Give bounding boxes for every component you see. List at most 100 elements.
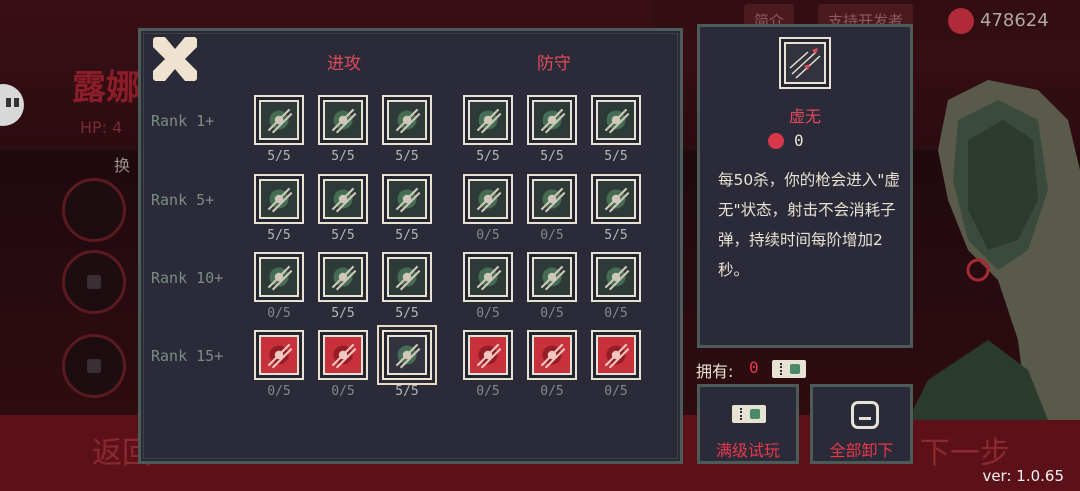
leaf-shield-icon	[604, 187, 630, 213]
character-name: 露娜	[72, 68, 140, 108]
skill-panel: 进攻 防守 Rank 1+ 5/5 5/5 5/5 5/5 5/5 5/5 Rank 5+ 5/…	[138, 28, 683, 464]
skill-slot-defense[interactable]	[591, 95, 641, 145]
flex-arm-icon	[540, 108, 566, 134]
skill-slot-offense[interactable]	[318, 330, 368, 380]
red-beast-icon	[331, 343, 357, 369]
unequip-icon	[851, 401, 879, 429]
skill-level-count: 0/5	[604, 306, 628, 321]
skill-cost: 0	[794, 131, 804, 150]
rank-label: Rank 5+	[151, 191, 215, 209]
skill-slot-defense[interactable]	[527, 330, 577, 380]
skill-level-count: 5/5	[331, 228, 355, 243]
skill-slot-defense[interactable]	[591, 330, 641, 380]
skill-slot-offense[interactable]	[254, 174, 304, 224]
ticket-icon	[732, 405, 766, 423]
owned-count: 0	[749, 358, 759, 377]
skill-slot-offense[interactable]	[318, 95, 368, 145]
owned-label: 拥有:	[696, 362, 734, 381]
leg-kick-icon	[540, 187, 566, 213]
void-bullets-icon	[779, 37, 831, 89]
red-swirl-icon	[604, 343, 630, 369]
fireball-icon	[267, 343, 293, 369]
curved-blades-icon	[395, 187, 421, 213]
skill-level-count: 0/5	[476, 306, 500, 321]
close-icon[interactable]	[151, 35, 199, 83]
defense-header: 防守	[537, 54, 571, 74]
void-bullets-icon	[395, 343, 421, 369]
winged-angel-icon	[540, 343, 566, 369]
skill-slot-defense[interactable]	[591, 252, 641, 302]
skill-slot-offense[interactable]	[382, 252, 432, 302]
character-portrait	[908, 80, 1080, 420]
skill-level-count: 5/5	[331, 306, 355, 321]
skill-slot-defense[interactable]	[463, 174, 513, 224]
skill-level-count: 5/5	[395, 149, 419, 164]
skill-title: 虚无	[788, 107, 821, 126]
medallion-icon	[476, 265, 502, 291]
diagonal-slashes-icon	[267, 108, 293, 134]
triangle-shield-icon	[476, 108, 502, 134]
character-hp: HP: 4	[80, 118, 123, 137]
skill-slot-offense[interactable]	[254, 95, 304, 145]
soul-currency-icon	[768, 133, 784, 149]
skill-level-count: 5/5	[604, 228, 628, 243]
version-label: ver: 1.0.65	[982, 467, 1064, 485]
skill-slot-defense[interactable]	[463, 330, 513, 380]
next-step-button[interactable]: 下一步	[920, 428, 1010, 472]
dash-runner-icon	[476, 187, 502, 213]
swap-label: 换	[114, 156, 131, 175]
skill-level-count: 5/5	[395, 306, 419, 321]
skill-level-count: 0/5	[267, 306, 291, 321]
rank-label: Rank 10+	[151, 269, 224, 287]
skill-level-count: 0/5	[331, 384, 355, 399]
skill-level-count: 5/5	[395, 384, 419, 399]
skill-slot-defense[interactable]	[527, 95, 577, 145]
rank-label: Rank 15+	[151, 347, 224, 365]
skill-info-panel: 虚无 0 每50杀，你的枪会进入"虚无"状态，射击不会消耗子弹，持续时间每阶增加…	[697, 24, 913, 348]
skill-level-count: 5/5	[267, 149, 291, 164]
skill-slot-offense[interactable]	[318, 174, 368, 224]
skill-level-count: 5/5	[395, 228, 419, 243]
slot-circle-1	[62, 178, 126, 242]
skill-level-count: 0/5	[476, 228, 500, 243]
skill-slot-offense[interactable]	[318, 252, 368, 302]
skill-slot-defense[interactable]	[463, 252, 513, 302]
skill-level-count: 0/5	[540, 228, 564, 243]
unequip-all-button[interactable]: 全部卸下	[810, 384, 913, 464]
skill-slot-offense[interactable]	[382, 174, 432, 224]
offense-header: 进攻	[327, 54, 361, 74]
skill-slot-offense[interactable]	[382, 95, 432, 145]
claw-marks-icon	[331, 187, 357, 213]
skill-description: 每50杀，你的枪会进入"虚无"状态，射击不会消耗子弹，持续时间每阶增加2秒。	[718, 171, 900, 279]
starburst-icon	[395, 265, 421, 291]
rank-label: Rank 1+	[151, 112, 215, 130]
coin-count: 478624	[980, 10, 1049, 31]
vortex-icon	[331, 108, 357, 134]
muscle-figure-icon	[331, 265, 357, 291]
skill-slot-offense[interactable]	[382, 330, 432, 380]
spread-shot-icon	[267, 187, 293, 213]
coin-icon	[948, 8, 974, 34]
skill-slot-defense[interactable]	[591, 174, 641, 224]
lock-icon	[87, 359, 101, 373]
skill-level-count: 0/5	[540, 306, 564, 321]
holy-heart-icon	[476, 343, 502, 369]
skill-slot-defense[interactable]	[527, 252, 577, 302]
skill-level-count: 5/5	[267, 228, 291, 243]
max-level-trial-button[interactable]: 满级试玩	[697, 384, 799, 464]
skill-level-count: 0/5	[476, 384, 500, 399]
fist-icon	[395, 108, 421, 134]
statue-figure-icon	[604, 265, 630, 291]
skill-level-count: 0/5	[540, 384, 564, 399]
skill-slot-offense[interactable]	[254, 252, 304, 302]
skill-slot-defense[interactable]	[463, 95, 513, 145]
skill-level-count: 0/5	[267, 384, 291, 399]
skill-level-count: 5/5	[331, 149, 355, 164]
clock-shield-icon	[604, 108, 630, 134]
ticket-icon	[772, 360, 806, 378]
skill-level-count: 5/5	[540, 149, 564, 164]
skill-slot-offense[interactable]	[254, 330, 304, 380]
skill-level-count: 5/5	[604, 149, 628, 164]
skill-level-count: 5/5	[476, 149, 500, 164]
skill-slot-defense[interactable]	[527, 174, 577, 224]
